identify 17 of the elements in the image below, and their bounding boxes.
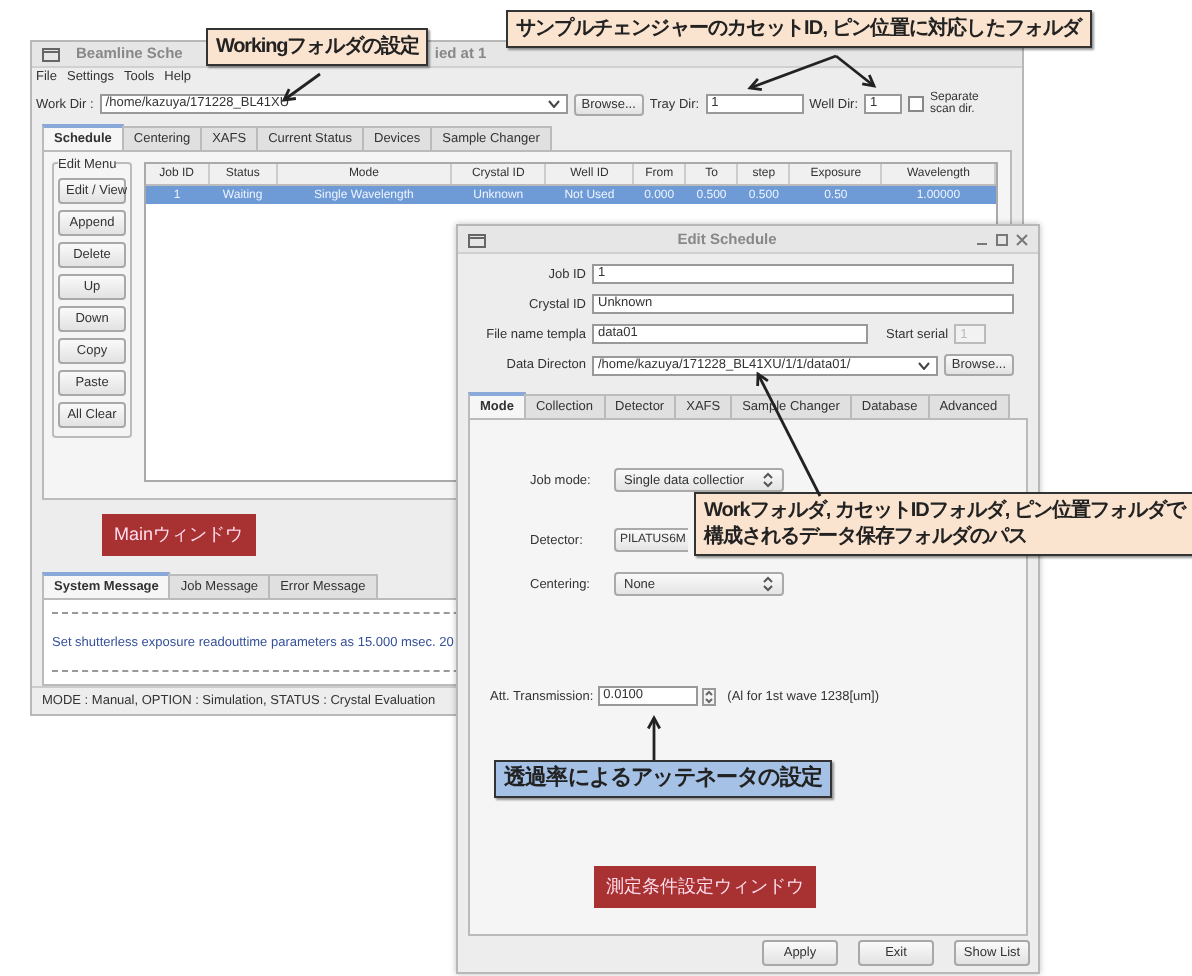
maximize-icon xyxy=(996,232,1008,246)
window-icon xyxy=(42,45,60,62)
caption-label: Mainウィンドウ xyxy=(102,514,256,557)
spin-icon xyxy=(701,687,716,705)
window-icon xyxy=(468,231,486,247)
caption-label: 測定条件設定ウィンドウ xyxy=(594,866,816,908)
checkbox[interactable] xyxy=(908,96,924,113)
callout: Workingフォルダの設定 xyxy=(206,28,429,66)
arrow xyxy=(647,715,661,760)
updown-icon xyxy=(762,472,774,488)
callout: サンプルチェンジャーのカセットID, ピン位置に対応したフォルダ xyxy=(506,10,1092,48)
callout: Workフォルダ, カセットIDフォルダ, ピン位置フォルダで 構成されるデータ保存フォルダのパス xyxy=(694,492,1192,556)
caret-icon xyxy=(547,100,560,109)
caret-icon xyxy=(917,361,930,369)
updown-icon xyxy=(762,576,774,592)
callout: 透過率によるアッテネータの設定 xyxy=(494,760,833,798)
close-icon xyxy=(1016,232,1028,246)
